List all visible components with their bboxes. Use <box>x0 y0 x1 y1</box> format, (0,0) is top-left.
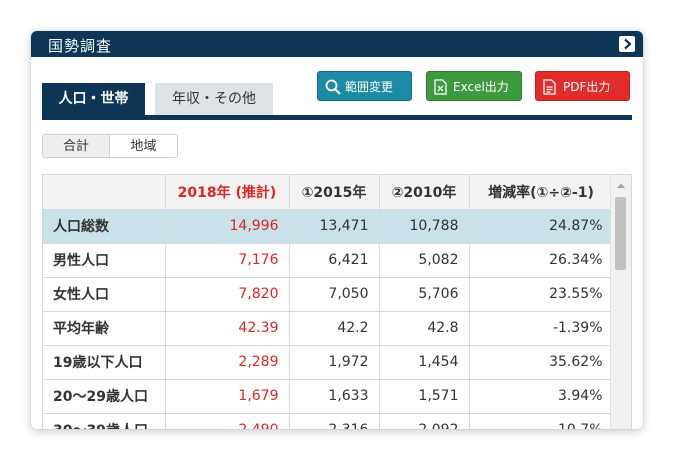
excel-export-button[interactable]: Excel出力 <box>426 71 522 101</box>
cell-2018: 1,679 <box>165 379 290 414</box>
cell-2018: 42.39 <box>165 311 290 346</box>
cell-2018: 7,176 <box>165 243 290 278</box>
panel-header: 国勢調査 <box>31 31 643 57</box>
cell-change-rate: 3.94% <box>469 379 614 414</box>
cell-change-rate: 35.62% <box>469 345 614 380</box>
tab-population-households[interactable]: 人口・世帯 <box>42 83 145 115</box>
row-label: 平均年齢 <box>43 311 166 346</box>
cell-2010: 2,092 <box>379 413 470 429</box>
tab-income-other[interactable]: 年収・その他 <box>155 83 273 115</box>
cell-2010: 5,706 <box>379 277 470 312</box>
cell-2015: 13,471 <box>289 209 380 244</box>
cell-change-rate: 10.7% <box>469 413 614 429</box>
table-row: 人口総数 14,996 13,471 10,788 24.87% <box>43 209 614 244</box>
cell-2015: 42.2 <box>289 311 380 346</box>
pdf-export-button[interactable]: PDF出力 <box>535 71 630 101</box>
cell-2018: 14,996 <box>165 209 290 244</box>
cell-2015: 6,421 <box>289 243 380 278</box>
pdf-export-label: PDF出力 <box>563 80 611 94</box>
row-label: 19歳以下人口 <box>43 345 166 380</box>
data-table-container: 2018年 (推計) ①2015年 ②2010年 増減率(①÷②-1) 人口総数… <box>42 174 632 429</box>
cell-2015: 2,316 <box>289 413 380 429</box>
table-header-row: 2018年 (推計) ①2015年 ②2010年 増減率(①÷②-1) <box>43 175 614 210</box>
column-header-2015: ①2015年 <box>289 175 380 210</box>
column-header-2018-estimate: 2018年 (推計) <box>165 175 290 210</box>
cell-change-rate: 24.87% <box>469 209 614 244</box>
tab-underline <box>42 115 632 120</box>
scrollbar-thumb[interactable] <box>615 197 626 270</box>
table-row: 30～39歳人口 2,490 2,316 2,092 10.7% <box>43 413 614 429</box>
change-range-label: 範囲変更 <box>345 80 394 94</box>
cell-2010: 42.8 <box>379 311 470 346</box>
cell-2010: 1,571 <box>379 379 470 414</box>
cell-2018: 2,289 <box>165 345 290 380</box>
cell-change-rate: 23.55% <box>469 277 614 312</box>
cell-2010: 10,788 <box>379 209 470 244</box>
segment-total[interactable]: 合計 <box>42 134 110 158</box>
census-panel: 国勢調査 人口・世帯 年収・その他 範囲変更 Excel出力 PDF出力 合計 … <box>31 31 643 429</box>
scroll-up-arrow-icon[interactable] <box>616 182 626 189</box>
row-label: 20～29歳人口 <box>43 379 166 414</box>
column-header-item <box>43 175 166 210</box>
column-header-change-rate: 増減率(①÷②-1) <box>469 175 614 210</box>
population-table: 2018年 (推計) ①2015年 ②2010年 増減率(①÷②-1) 人口総数… <box>43 175 614 429</box>
row-label: 30～39歳人口 <box>43 413 166 429</box>
search-icon <box>325 79 341 95</box>
excel-file-icon <box>434 79 447 95</box>
cell-change-rate: -1.39% <box>469 311 614 346</box>
row-label: 女性人口 <box>43 277 166 312</box>
expand-button[interactable] <box>619 36 635 52</box>
change-range-button[interactable]: 範囲変更 <box>317 71 412 101</box>
table-row: 女性人口 7,820 7,050 5,706 23.55% <box>43 277 614 312</box>
cell-2015: 7,050 <box>289 277 380 312</box>
excel-export-label: Excel出力 <box>453 80 509 94</box>
cell-2015: 1,633 <box>289 379 380 414</box>
cell-change-rate: 26.34% <box>469 243 614 278</box>
chevron-right-icon <box>624 38 632 50</box>
cell-2015: 1,972 <box>289 345 380 380</box>
panel-title: 国勢調査 <box>48 37 113 55</box>
cell-2018: 2,490 <box>165 413 290 429</box>
cell-2010: 5,082 <box>379 243 470 278</box>
table-row: 20～29歳人口 1,679 1,633 1,571 3.94% <box>43 379 614 414</box>
vertical-scrollbar[interactable] <box>610 175 631 429</box>
cell-2018: 7,820 <box>165 277 290 312</box>
table-row: 男性人口 7,176 6,421 5,082 26.34% <box>43 243 614 278</box>
segment-region[interactable]: 地域 <box>110 134 178 158</box>
pdf-file-icon <box>543 79 556 95</box>
column-header-2010: ②2010年 <box>379 175 470 210</box>
table-row: 19歳以下人口 2,289 1,972 1,454 35.62% <box>43 345 614 380</box>
row-label: 男性人口 <box>43 243 166 278</box>
table-row: 平均年齢 42.39 42.2 42.8 -1.39% <box>43 311 614 346</box>
row-label: 人口総数 <box>43 209 166 244</box>
cell-2010: 1,454 <box>379 345 470 380</box>
